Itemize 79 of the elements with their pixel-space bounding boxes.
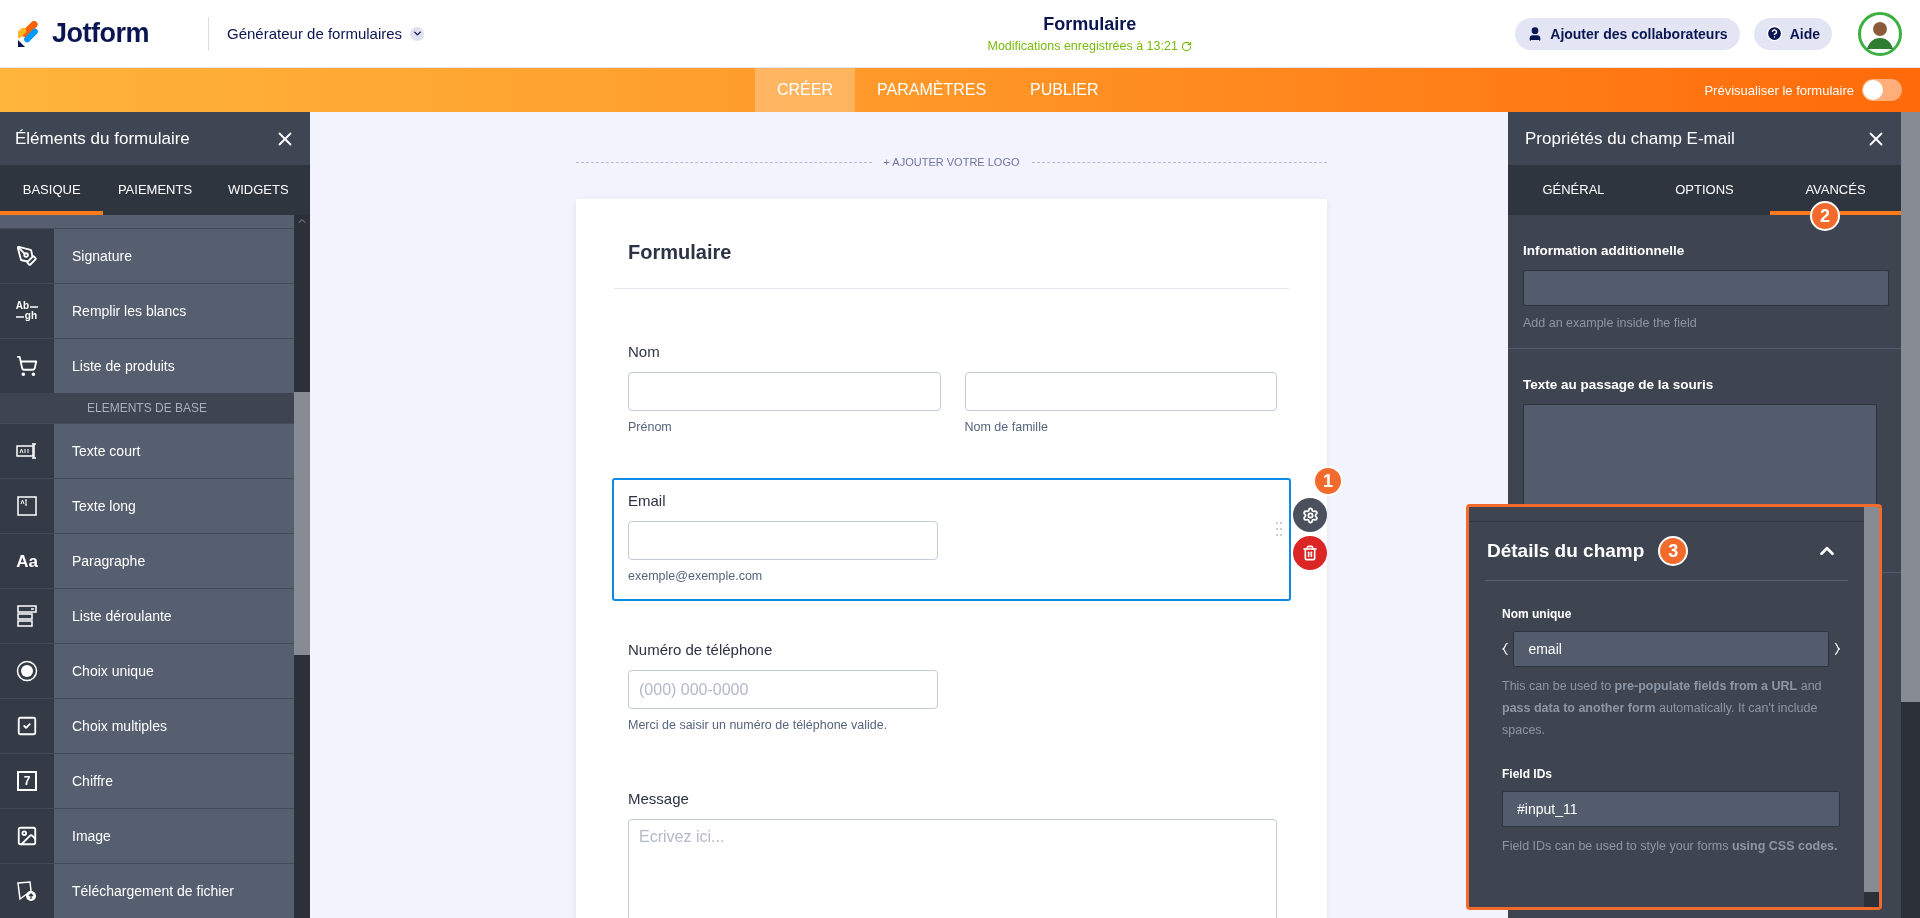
help-icon: [1765, 25, 1783, 42]
text-field[interactable]: #input_11: [1502, 791, 1840, 827]
avatar[interactable]: [1858, 11, 1902, 56]
element-item[interactable]: Signature: [54, 229, 294, 283]
panel-tab[interactable]: GÉNÉRAL: [1508, 165, 1639, 215]
field-label: Field IDs: [1502, 767, 1553, 781]
panel-tab[interactable]: WIDGETS: [206, 165, 310, 215]
chevron-icon: [410, 26, 425, 41]
element-item[interactable]: Image: [54, 809, 294, 863]
panel-tab[interactable]: OPTIONS: [1639, 165, 1770, 215]
step-badge: 1: [1313, 466, 1343, 496]
element-item[interactable]: Téléchargement de fichier: [54, 864, 294, 918]
element-item[interactable]: Choix multiples: [54, 699, 294, 753]
element-item[interactable]: Paragraphe: [54, 534, 294, 588]
scrollbar[interactable]: [1901, 112, 1920, 918]
cart-icon: [16, 355, 38, 377]
number-icon: 7: [17, 771, 37, 791]
field-hint: Add an example inside the field: [1523, 316, 1698, 330]
element-item[interactable]: Texte court: [54, 424, 294, 478]
preview-toggle[interactable]: [1862, 79, 1902, 101]
collaborators-button[interactable]: Ajouter des collaborateurs: [1515, 17, 1740, 50]
help-text: Field IDs can be used to style your forms using CSS codes.: [1502, 838, 1839, 855]
panel-tab[interactable]: PAIEMENTS: [103, 165, 207, 215]
phone-field[interactable]: (000) 000-0000: [628, 670, 938, 709]
field-label: Numéro de téléphone: [628, 641, 774, 658]
panel-title: Propriétés du champ E-mail: [1525, 128, 1735, 149]
text-input-icon: [16, 443, 38, 459]
list-icon: [17, 605, 37, 627]
sub-label: Nom de famille: [964, 420, 1049, 434]
refresh-icon: [1180, 40, 1192, 52]
checkbox-icon: [16, 715, 38, 737]
settings-button[interactable]: [1293, 498, 1327, 532]
email-field[interactable]: [628, 521, 938, 560]
text-area-icon: [17, 496, 37, 516]
text-field[interactable]: [1523, 270, 1889, 306]
help-text: This can be used to pre-populate fields from a URL and pass data to another form automatically. It can't include spaces.: [1502, 678, 1823, 739]
details-title: Détails du champ: [1487, 540, 1645, 562]
element-item[interactable]: Liste de produits: [54, 339, 294, 393]
field-label: Email: [628, 492, 667, 509]
preview-label: Prévisualiser le formulaire: [1704, 82, 1854, 98]
image-icon: [16, 825, 38, 847]
panel-title: Éléments du formulaire: [15, 128, 190, 149]
scrollbar[interactable]: [1864, 507, 1879, 907]
section-header: ELEMENTS DE BASE: [0, 393, 294, 423]
sub-label: Prénom: [628, 420, 673, 434]
builder-menu[interactable]: Générateur de formulaires: [227, 25, 425, 42]
sub-label: Merci de saisir un numéro de téléphone valide.: [628, 718, 889, 732]
text-field[interactable]: email: [1513, 631, 1829, 667]
logo-text: Jotform: [52, 18, 149, 49]
delete-button[interactable]: [1293, 536, 1327, 570]
radio-icon: [16, 660, 38, 682]
scrollbar[interactable]: [294, 215, 310, 918]
add-logo-button[interactable]: + AJOUTER VOTRE LOGO: [883, 156, 1020, 168]
trash-icon: [1302, 545, 1318, 561]
drag-handle-icon[interactable]: [1275, 520, 1283, 538]
paragraph-icon: Aa: [16, 552, 38, 570]
form-title: Formulaire: [1043, 14, 1137, 35]
form-heading: Formulaire: [627, 240, 733, 265]
open-brace-icon: [1502, 642, 1510, 656]
step-badge: 3: [1658, 536, 1689, 566]
element-item[interactable]: Remplir les blancs: [54, 284, 294, 338]
field-label: Nom unique: [1502, 607, 1573, 621]
step-badge: 2: [1810, 201, 1840, 231]
save-status: Modifications enregistrées à 13:21: [987, 39, 1178, 53]
help-button[interactable]: Aide: [1753, 17, 1832, 50]
section-label: Texte au passage de la souris: [1523, 377, 1715, 392]
element-item[interactable]: Choix unique: [54, 644, 294, 698]
settings-icon: [1301, 506, 1319, 524]
pen-icon: [16, 245, 38, 267]
element-item[interactable]: Texte long: [54, 479, 294, 533]
close-brace-icon: [1832, 642, 1840, 656]
message-field[interactable]: Ecrivez ici...: [628, 819, 1277, 918]
section-label: Information additionnelle: [1523, 243, 1686, 258]
element-item[interactable]: Chiffre: [54, 754, 294, 808]
upload-icon: [16, 880, 38, 902]
field-label: Message: [628, 790, 690, 807]
element-item[interactable]: Liste déroulante: [54, 589, 294, 643]
sub-label: exemple@exemple.com: [628, 569, 764, 583]
field-label: Nom: [628, 343, 661, 360]
